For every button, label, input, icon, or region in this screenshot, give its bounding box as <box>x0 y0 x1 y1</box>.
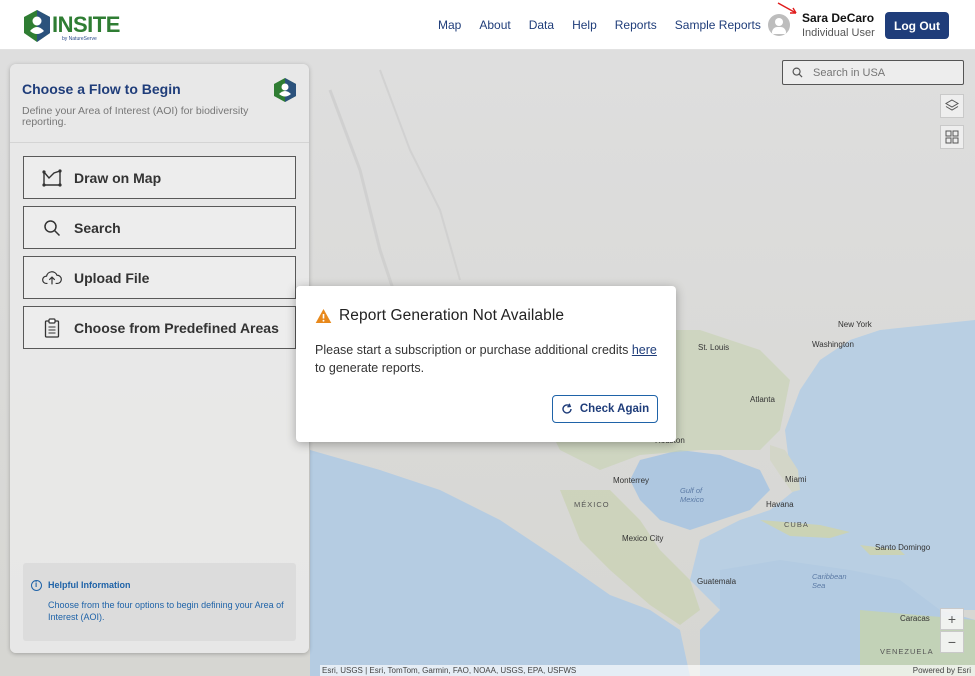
dialog-message-start: Please start a subscription or purchase … <box>315 343 632 357</box>
map-label-washington: Washington <box>812 340 854 349</box>
map-label-cuba: CUBA <box>784 520 809 529</box>
dialog-message-end: to generate reports. <box>315 361 425 375</box>
nav-about[interactable]: About <box>479 18 510 32</box>
layers-icon <box>945 99 959 111</box>
draw-on-map-button[interactable]: Draw on Map <box>23 156 296 199</box>
insite-logo[interactable]: INSITE by NatureServe <box>22 9 120 45</box>
warning-icon <box>315 309 332 323</box>
map-label-st-louis: St. Louis <box>698 343 730 352</box>
map-label-miami: Miami <box>785 475 807 484</box>
logo-tagline: by NatureServe <box>62 36 97 42</box>
nav-reports[interactable]: Reports <box>615 18 657 32</box>
flow-panel: Choose a Flow to Begin Define your Area … <box>10 64 309 653</box>
panel-divider <box>10 142 309 143</box>
map-label-mexico-city: Mexico City <box>622 534 664 543</box>
draw-on-map-label: Draw on Map <box>74 169 162 186</box>
powered-by-esri[interactable]: Powered by Esri <box>913 665 971 676</box>
logo-wordmark: INSITE <box>52 12 120 37</box>
predefined-areas-button[interactable]: Choose from Predefined Areas <box>23 306 296 349</box>
zoom-out-button[interactable]: − <box>940 631 964 653</box>
nav-help[interactable]: Help <box>572 18 597 32</box>
search-flow-button[interactable]: Search <box>23 206 296 249</box>
dialog-title: Report Generation Not Available <box>339 307 565 324</box>
upload-cloud-icon <box>42 268 62 288</box>
map-label-atlanta: Atlanta <box>750 395 775 404</box>
help-text: Choose from the four options to begin de… <box>48 600 284 622</box>
dialog-message: Please start a subscription or purchase … <box>315 341 665 377</box>
map-label-gulf-of-mexico: Gulf of Mexico <box>680 486 704 504</box>
top-header: INSITE by NatureServe Map About Data Hel… <box>0 0 975 50</box>
user-avatar-icon[interactable] <box>768 14 790 36</box>
map-search-box <box>782 60 964 85</box>
map-attribution: Esri, USGS | Esri, TomTom, Garmin, FAO, … <box>320 665 975 676</box>
basemap-gallery-button[interactable] <box>940 125 964 149</box>
refresh-icon <box>562 403 572 414</box>
panel-title: Choose a Flow to Begin <box>22 81 181 97</box>
map-label-venezuela: VENEZUELA <box>880 647 934 656</box>
insite-logo-mark-icon <box>24 10 50 42</box>
natureserve-logo-icon <box>274 78 296 102</box>
check-again-button[interactable]: Check Again <box>552 395 658 423</box>
nav-data[interactable]: Data <box>529 18 554 32</box>
map-search-input[interactable] <box>813 65 953 81</box>
search-icon <box>792 67 803 78</box>
user-role: Individual User <box>802 27 875 39</box>
zoom-in-button[interactable]: + <box>940 608 964 630</box>
info-icon <box>31 580 42 591</box>
subscription-link[interactable]: here <box>632 343 657 357</box>
upload-file-label: Upload File <box>74 269 150 286</box>
nav-sample-reports[interactable]: Sample Reports <box>675 18 761 32</box>
panel-subtitle: Define your Area of Interest (AOI) for b… <box>22 105 249 128</box>
map-label-santo-domingo: Santo Domingo <box>875 543 931 552</box>
user-name: Sara DeCaro <box>802 11 875 25</box>
check-again-label: Check Again <box>579 403 650 415</box>
search-flow-label: Search <box>74 219 121 236</box>
upload-file-button[interactable]: Upload File <box>23 256 296 299</box>
layers-button[interactable] <box>940 94 964 118</box>
draw-map-icon <box>42 168 62 188</box>
map-label-new-york: New York <box>838 320 872 329</box>
map-label-mexico: MÉXICO <box>574 500 610 509</box>
report-unavailable-dialog: Report Generation Not Available Please s… <box>296 286 676 442</box>
map-label-havana: Havana <box>766 500 794 509</box>
predefined-areas-label: Choose from Predefined Areas <box>74 319 279 336</box>
map-label-caribbean-sea: Caribbean Sea <box>812 572 847 590</box>
attribution-text: Esri, USGS | Esri, TomTom, Garmin, FAO, … <box>322 666 577 675</box>
clipboard-icon <box>42 317 62 338</box>
logout-button[interactable]: Log Out <box>885 12 949 39</box>
map-label-caracas: Caracas <box>900 614 930 623</box>
nav-map[interactable]: Map <box>438 18 461 32</box>
help-title: Helpful Information <box>48 580 131 590</box>
main-nav: Map About Data Help Reports Sample Repor… <box>438 18 779 32</box>
map-label-monterrey: Monterrey <box>613 476 650 485</box>
search-icon <box>42 218 62 238</box>
map-label-guatemala: Guatemala <box>697 577 737 586</box>
grid-icon <box>945 130 959 144</box>
helpful-information-box: Helpful Information Choose from the four… <box>23 563 296 641</box>
